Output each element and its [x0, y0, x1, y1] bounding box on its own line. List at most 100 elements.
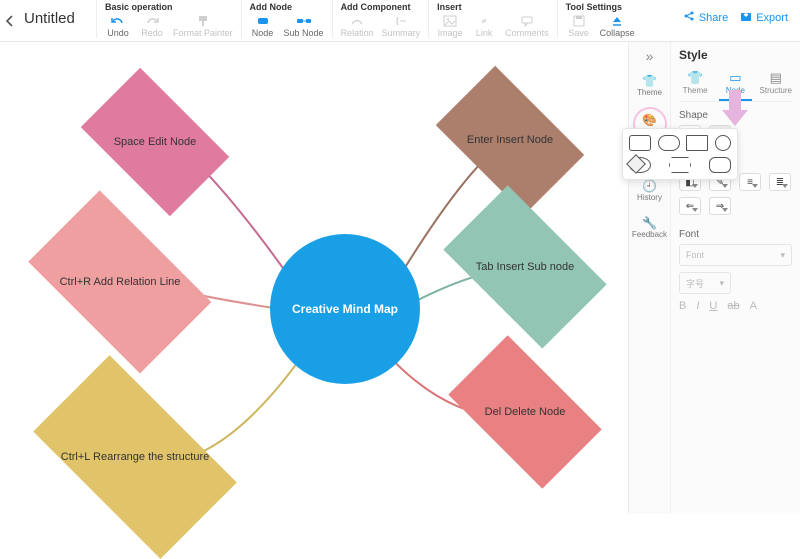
share-label: Share: [699, 12, 728, 24]
bold-button[interactable]: B: [679, 300, 686, 312]
subnode-icon: [296, 14, 312, 28]
group-title: Basic operation: [105, 2, 233, 12]
rail-theme-label: Theme: [637, 88, 662, 97]
rail-feedback-button[interactable]: 🔧Feedback: [632, 212, 668, 243]
node-label: Space Edit Node: [114, 136, 197, 148]
share-icon: [683, 10, 695, 25]
line-width-button[interactable]: ≡: [739, 173, 761, 191]
tab-structure[interactable]: ▤Structure: [760, 68, 792, 101]
font-size-select[interactable]: 字号▾: [679, 272, 731, 294]
group-title: Tool Settings: [566, 2, 635, 12]
branch-style-a-button[interactable]: ⇐: [679, 197, 701, 215]
add-subnode-button[interactable]: Sub Node: [284, 14, 324, 38]
font-size-placeholder: 字号: [686, 277, 704, 290]
history-icon: 🕘: [641, 179, 659, 193]
shirt-icon: 👕: [687, 70, 703, 86]
italic-button[interactable]: I: [696, 300, 699, 312]
add-node-button[interactable]: Node: [250, 14, 276, 38]
insert-comments-button[interactable]: Comments: [505, 14, 549, 38]
format-painter-button[interactable]: Format Painter: [173, 14, 233, 38]
panel-title: Style: [679, 48, 792, 62]
document-title[interactable]: Untitled: [16, 0, 96, 27]
summary-button[interactable]: Summary: [382, 14, 421, 38]
central-node-label: Creative Mind Map: [292, 302, 398, 316]
shape-option-hexagon[interactable]: [669, 157, 691, 173]
shape-option-pill[interactable]: [658, 135, 680, 151]
top-right-actions: Share Export: [683, 0, 800, 25]
palette-icon: 🎨: [641, 113, 659, 127]
subnode-label: Sub Node: [284, 28, 324, 38]
branch-style-b-button[interactable]: ⇒: [709, 197, 731, 215]
rail-icon-column: » 👕Theme 🎨Style ☺ 🕘History 🔧Feedback: [629, 42, 671, 514]
redo-button[interactable]: Redo: [139, 14, 165, 38]
back-button[interactable]: [0, 0, 16, 42]
format-painter-label: Format Painter: [173, 28, 233, 38]
font-family-select[interactable]: Font▾: [679, 244, 792, 266]
insert-image-button[interactable]: Image: [437, 14, 463, 38]
top-toolbar: Untitled Basic operation Undo Redo Forma…: [0, 0, 800, 42]
export-button[interactable]: Export: [740, 10, 788, 25]
group-title: Add Node: [250, 2, 324, 12]
toolbar-groups: Basic operation Undo Redo Format Painter…: [96, 0, 643, 38]
shape-option-rounded-rect[interactable]: [629, 135, 651, 151]
group-add-node: Add Node Node Sub Node: [241, 0, 332, 38]
tab-theme[interactable]: 👕Theme: [679, 68, 711, 101]
relation-button[interactable]: Relation: [341, 14, 374, 38]
node-label: Del Delete Node: [485, 406, 566, 418]
collapse-icon: [609, 14, 625, 28]
relation-icon: [349, 14, 365, 28]
shape-option-stadium[interactable]: [709, 157, 731, 173]
node-label: Enter Insert Node: [467, 134, 553, 146]
font-color-button[interactable]: A: [750, 300, 757, 312]
save-button[interactable]: Save: [566, 14, 592, 38]
node-label: Tab Insert Sub node: [476, 261, 574, 273]
comments-label: Comments: [505, 28, 549, 38]
node-ctrl-r-relation[interactable]: Ctrl+R Add Relation Line: [10, 212, 230, 352]
font-family-placeholder: Font: [686, 250, 704, 260]
insert-link-button[interactable]: Link: [471, 14, 497, 38]
node-space-edit[interactable]: Space Edit Node: [65, 82, 245, 202]
rail-theme-button[interactable]: 👕Theme: [632, 70, 668, 101]
redo-label: Redo: [141, 28, 163, 38]
node-tab-icon: ▭: [729, 70, 741, 86]
redo-icon: [144, 14, 160, 28]
node-label: Ctrl+R Add Relation Line: [60, 276, 181, 288]
section-font-label: Font: [679, 229, 792, 240]
node-tab-subnode[interactable]: Tab Insert Sub node: [425, 202, 625, 332]
comments-icon: [519, 14, 535, 28]
node-del-delete[interactable]: Del Delete Node: [430, 352, 620, 472]
rail-history-label: History: [637, 193, 662, 202]
summary-icon: [393, 14, 409, 28]
central-node[interactable]: Creative Mind Map: [270, 234, 420, 384]
export-label: Export: [756, 12, 788, 24]
image-label: Image: [438, 28, 463, 38]
save-label: Save: [568, 28, 589, 38]
summary-label: Summary: [382, 28, 421, 38]
wrench-icon: 🔧: [641, 216, 659, 230]
collapse-label: Collapse: [600, 28, 635, 38]
node-label: Ctrl+L Rearrange the structure: [61, 451, 209, 463]
strikethrough-button[interactable]: ab: [727, 300, 739, 312]
group-title: Insert: [437, 2, 549, 12]
link-label: Link: [476, 28, 493, 38]
line-style-button[interactable]: ≣: [769, 173, 791, 191]
relation-label: Relation: [341, 28, 374, 38]
save-icon: [571, 14, 587, 28]
node-enter-insert[interactable]: Enter Insert Node: [420, 80, 600, 200]
shape-popover: [622, 128, 738, 180]
mindmap-canvas[interactable]: Creative Mind Map Space Edit Node Enter …: [0, 42, 628, 514]
underline-button[interactable]: U: [709, 300, 717, 312]
undo-button[interactable]: Undo: [105, 14, 131, 38]
export-icon: [740, 10, 752, 25]
share-button[interactable]: Share: [683, 10, 728, 25]
tab-theme-label: Theme: [683, 86, 708, 95]
callout-arrow: [722, 90, 748, 130]
collapse-rail-button[interactable]: »: [646, 48, 654, 64]
group-title: Add Component: [341, 2, 421, 12]
collapse-button[interactable]: Collapse: [600, 14, 635, 38]
group-tool-settings: Tool Settings Save Collapse: [557, 0, 643, 38]
shape-option-rect[interactable]: [686, 135, 708, 151]
shape-option-circle[interactable]: [715, 135, 731, 151]
node-ctrl-l-rearrange[interactable]: Ctrl+L Rearrange the structure: [10, 382, 260, 532]
structure-icon: ▤: [770, 70, 782, 86]
